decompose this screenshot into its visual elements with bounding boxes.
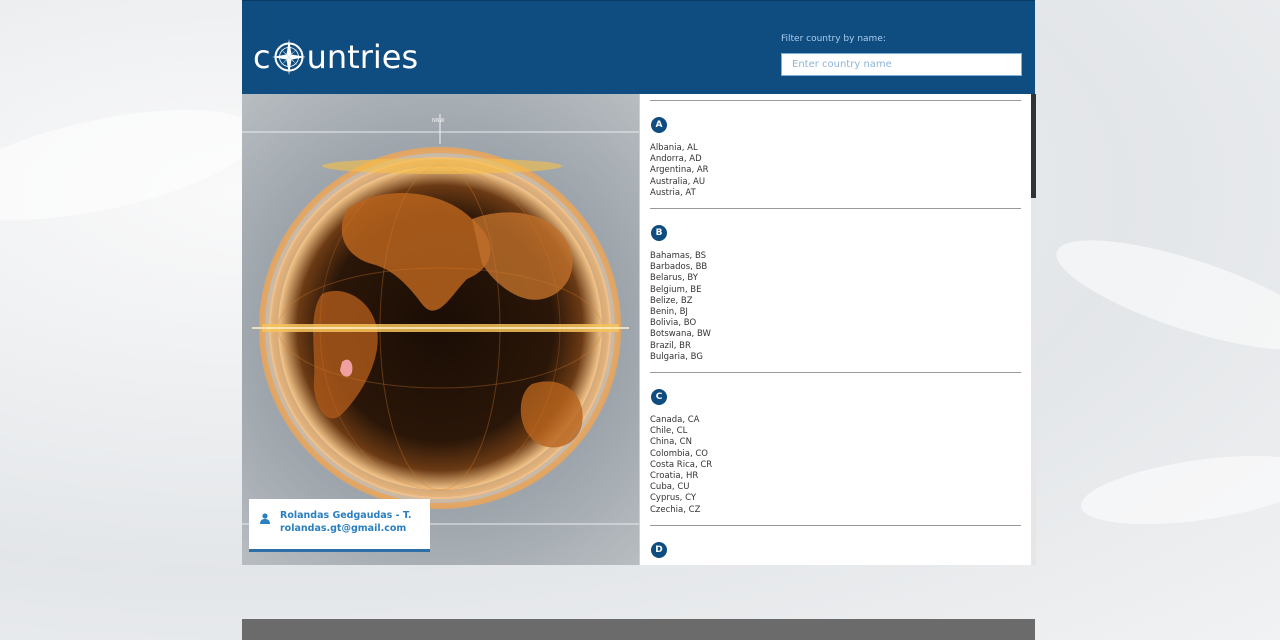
filter-label: Filter country by name: bbox=[781, 34, 886, 44]
group-divider bbox=[650, 524, 1021, 526]
country-item[interactable]: Belgium, BE bbox=[650, 285, 701, 296]
globe-hero-image: NNW Rolandas Gedgaudas - T. rolandas.gt@… bbox=[242, 94, 639, 565]
app-container: c untries Filter country by name: Enter … bbox=[242, 0, 1036, 640]
group-letter-badge: A bbox=[651, 117, 667, 133]
logo[interactable]: c untries bbox=[253, 35, 418, 79]
svg-text:NNW: NNW bbox=[432, 118, 444, 124]
country-item[interactable]: Bolivia, BO bbox=[650, 318, 696, 329]
country-item[interactable]: Brazil, BR bbox=[650, 341, 691, 352]
country-item[interactable]: Austria, AT bbox=[650, 188, 696, 199]
user-icon bbox=[260, 509, 270, 528]
compass-icon bbox=[271, 38, 306, 76]
country-item[interactable]: China, CN bbox=[650, 437, 692, 448]
country-item[interactable]: Chile, CL bbox=[650, 426, 687, 437]
footer bbox=[242, 619, 1035, 640]
user-name: Rolandas Gedgaudas - T. bbox=[280, 510, 412, 521]
country-item[interactable]: Czechia, CZ bbox=[650, 505, 700, 516]
group-divider bbox=[650, 208, 1021, 209]
country-item[interactable]: Colombia, CO bbox=[650, 449, 708, 460]
group-divider bbox=[650, 100, 1021, 101]
country-item[interactable]: Canada, CA bbox=[650, 415, 700, 426]
country-item[interactable]: Botswana, BW bbox=[650, 329, 711, 340]
country-item[interactable]: Albania, AL bbox=[650, 143, 698, 154]
country-item[interactable]: Argentina, AR bbox=[650, 165, 709, 176]
globe-illustration: NNW bbox=[242, 114, 639, 525]
country-item[interactable]: Costa Rica, CR bbox=[650, 460, 712, 471]
country-item[interactable]: Barbados, BB bbox=[650, 262, 707, 273]
country-item[interactable]: Benin, BJ bbox=[650, 307, 688, 318]
country-item[interactable]: Cuba, CU bbox=[650, 482, 690, 493]
country-item[interactable]: Cyprus, CY bbox=[650, 493, 696, 504]
logo-suffix: untries bbox=[306, 38, 419, 76]
country-item[interactable]: Bahamas, BS bbox=[650, 251, 706, 262]
country-item[interactable]: Bulgaria, BG bbox=[650, 352, 703, 363]
country-item[interactable]: Andorra, AD bbox=[650, 154, 702, 165]
background-decoration bbox=[0, 87, 266, 243]
header: c untries Filter country by name: bbox=[242, 0, 1035, 95]
group-letter-badge: D bbox=[651, 541, 667, 558]
group-divider bbox=[650, 372, 1021, 373]
logo-prefix: c bbox=[253, 38, 271, 76]
country-item[interactable]: Belarus, BY bbox=[650, 273, 698, 284]
scrollbar-thumb[interactable] bbox=[1031, 94, 1036, 198]
country-item[interactable]: Belize, BZ bbox=[650, 296, 693, 307]
group-letter-badge: B bbox=[651, 225, 667, 241]
group-letter-badge: C bbox=[651, 389, 667, 405]
country-list[interactable]: A Albania, AL Andorra, AD Argentina, AR Aust… bbox=[639, 94, 1036, 565]
background-decoration bbox=[1076, 443, 1280, 537]
country-item[interactable]: Croatia, HR bbox=[650, 471, 698, 482]
background-decoration bbox=[1046, 218, 1280, 372]
user-card: Rolandas Gedgaudas - T. rolandas.gt@gmai… bbox=[249, 499, 430, 552]
country-item[interactable]: Australia, AU bbox=[650, 177, 705, 188]
country-filter-input[interactable] bbox=[781, 53, 1022, 76]
user-email-link[interactable]: rolandas.gt@gmail.com bbox=[280, 523, 406, 534]
scrollbar[interactable] bbox=[1031, 94, 1036, 565]
